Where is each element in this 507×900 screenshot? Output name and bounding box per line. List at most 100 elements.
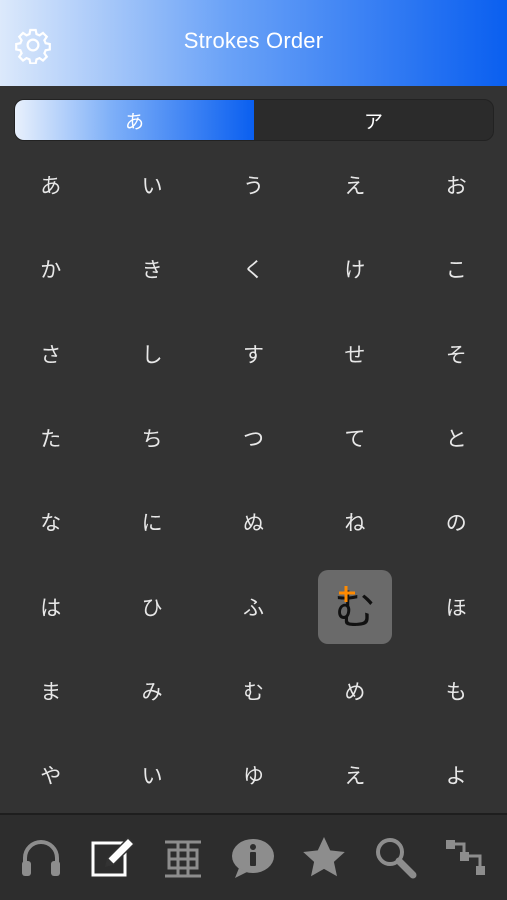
kana-char: き <box>141 258 163 283</box>
kana-cell[interactable]: あ <box>0 143 101 227</box>
kana-cell[interactable]: に <box>101 480 202 564</box>
tab-info[interactable] <box>225 830 281 886</box>
kana-cell[interactable]: そ <box>406 312 507 396</box>
kana-char: は <box>40 595 62 620</box>
kana-char: ふ <box>242 595 264 620</box>
kana-char: こ <box>445 258 467 283</box>
kana-cell[interactable]: よ <box>406 733 507 817</box>
kana-cell[interactable]: の <box>406 480 507 564</box>
kana-char: ぬ <box>242 511 264 536</box>
kana-cell[interactable]: き <box>101 227 202 311</box>
info-icon <box>232 838 275 878</box>
kana-cell[interactable]: ゆ <box>203 733 304 817</box>
kanji-icon <box>164 840 201 877</box>
kana-char: す <box>242 342 264 367</box>
search-icon <box>375 837 417 878</box>
kana-char: つ <box>242 427 264 452</box>
star-icon <box>303 836 345 876</box>
kana-cell[interactable]: ほ <box>406 564 507 648</box>
kana-cell-selected[interactable]: む <box>304 564 405 648</box>
kana-cell[interactable]: と <box>406 396 507 480</box>
kana-cell[interactable]: や <box>0 733 101 817</box>
kana-cell[interactable]: む <box>203 649 304 733</box>
kana-cell[interactable]: ね <box>304 480 405 564</box>
kana-char: よ <box>445 764 467 789</box>
kana-char: ひ <box>141 595 163 620</box>
kana-char: し <box>141 342 163 367</box>
kana-cell[interactable]: つ <box>203 396 304 480</box>
kana-char: え <box>344 764 366 789</box>
kana-char: う <box>242 174 264 199</box>
kana-cell[interactable]: し <box>101 312 202 396</box>
edit-icon <box>91 836 136 876</box>
kana-char: の <box>445 511 467 536</box>
stroke-preview-tile: む <box>317 569 392 644</box>
script-segmented-control: あ ア <box>14 99 494 141</box>
kana-char: て <box>344 427 366 452</box>
tab-bar <box>0 813 507 900</box>
kana-cell[interactable]: け <box>304 227 405 311</box>
segment-katakana[interactable]: ア <box>254 100 493 140</box>
tab-write[interactable] <box>84 830 140 886</box>
kana-char: く <box>242 258 264 283</box>
tab-order[interactable] <box>438 830 494 886</box>
kana-char: ほ <box>445 595 467 620</box>
kana-char: い <box>141 764 163 789</box>
kana-char: え <box>344 174 366 199</box>
kana-cell[interactable]: う <box>203 143 304 227</box>
kana-char: ま <box>40 679 62 704</box>
kana-char: い <box>141 174 163 199</box>
kana-char: さ <box>40 342 62 367</box>
kana-cell[interactable]: い <box>101 143 202 227</box>
kana-cell[interactable]: ぬ <box>203 480 304 564</box>
kana-cell[interactable]: ひ <box>101 564 202 648</box>
kana-char: せ <box>344 342 366 367</box>
kana-cell[interactable]: こ <box>406 227 507 311</box>
kana-char: た <box>40 427 62 452</box>
kana-char: も <box>445 679 467 704</box>
segment-hiragana[interactable]: あ <box>15 100 254 140</box>
kana-cell[interactable]: く <box>203 227 304 311</box>
kana-cell[interactable]: さ <box>0 312 101 396</box>
kana-cell[interactable]: か <box>0 227 101 311</box>
kana-cell[interactable]: な <box>0 480 101 564</box>
kana-cell[interactable]: て <box>304 396 405 480</box>
kana-cell[interactable]: す <box>203 312 304 396</box>
kana-char: ゆ <box>242 764 264 789</box>
kana-cell[interactable]: お <box>406 143 507 227</box>
kana-cell[interactable]: め <box>304 649 405 733</box>
kana-cell[interactable]: ま <box>0 649 101 733</box>
kana-cell[interactable]: え <box>304 733 405 817</box>
page-title: Strokes Order <box>183 28 324 53</box>
kana-char: け <box>344 258 366 283</box>
kana-char: な <box>40 511 62 536</box>
kana-cell[interactable]: せ <box>304 312 405 396</box>
kana-char: や <box>40 764 62 789</box>
kana-char: め <box>344 679 366 704</box>
kana-cell[interactable]: た <box>0 396 101 480</box>
kana-char: み <box>141 679 163 704</box>
headphones-icon <box>22 839 61 876</box>
stroke-start-marker-icon <box>338 585 355 602</box>
kana-char: あ <box>40 174 62 199</box>
flow-icon <box>445 839 485 875</box>
kana-cell[interactable]: は <box>0 564 101 648</box>
kana-char: む <box>242 679 264 704</box>
tab-favorites[interactable] <box>296 830 352 886</box>
kana-char: と <box>445 427 467 452</box>
kana-cell[interactable]: ふ <box>203 564 304 648</box>
kana-cell[interactable]: い <box>101 733 202 817</box>
kana-cell[interactable]: み <box>101 649 202 733</box>
kana-char: ち <box>141 427 163 452</box>
kana-cell[interactable]: ち <box>101 396 202 480</box>
kana-cell[interactable]: え <box>304 143 405 227</box>
kana-char: か <box>40 258 62 283</box>
kana-char: そ <box>445 342 467 367</box>
kana-grid: あいうえおかきくけこさしすせそたちつてとなにぬねのはひふむほまみむめもやいゆえよ <box>0 143 507 813</box>
tab-kanji[interactable] <box>155 830 211 886</box>
tab-search[interactable] <box>367 830 423 886</box>
kana-cell[interactable]: も <box>406 649 507 733</box>
tab-listen[interactable] <box>13 830 69 886</box>
header-bar: Strokes Order <box>0 0 507 86</box>
kana-char: お <box>445 174 467 199</box>
